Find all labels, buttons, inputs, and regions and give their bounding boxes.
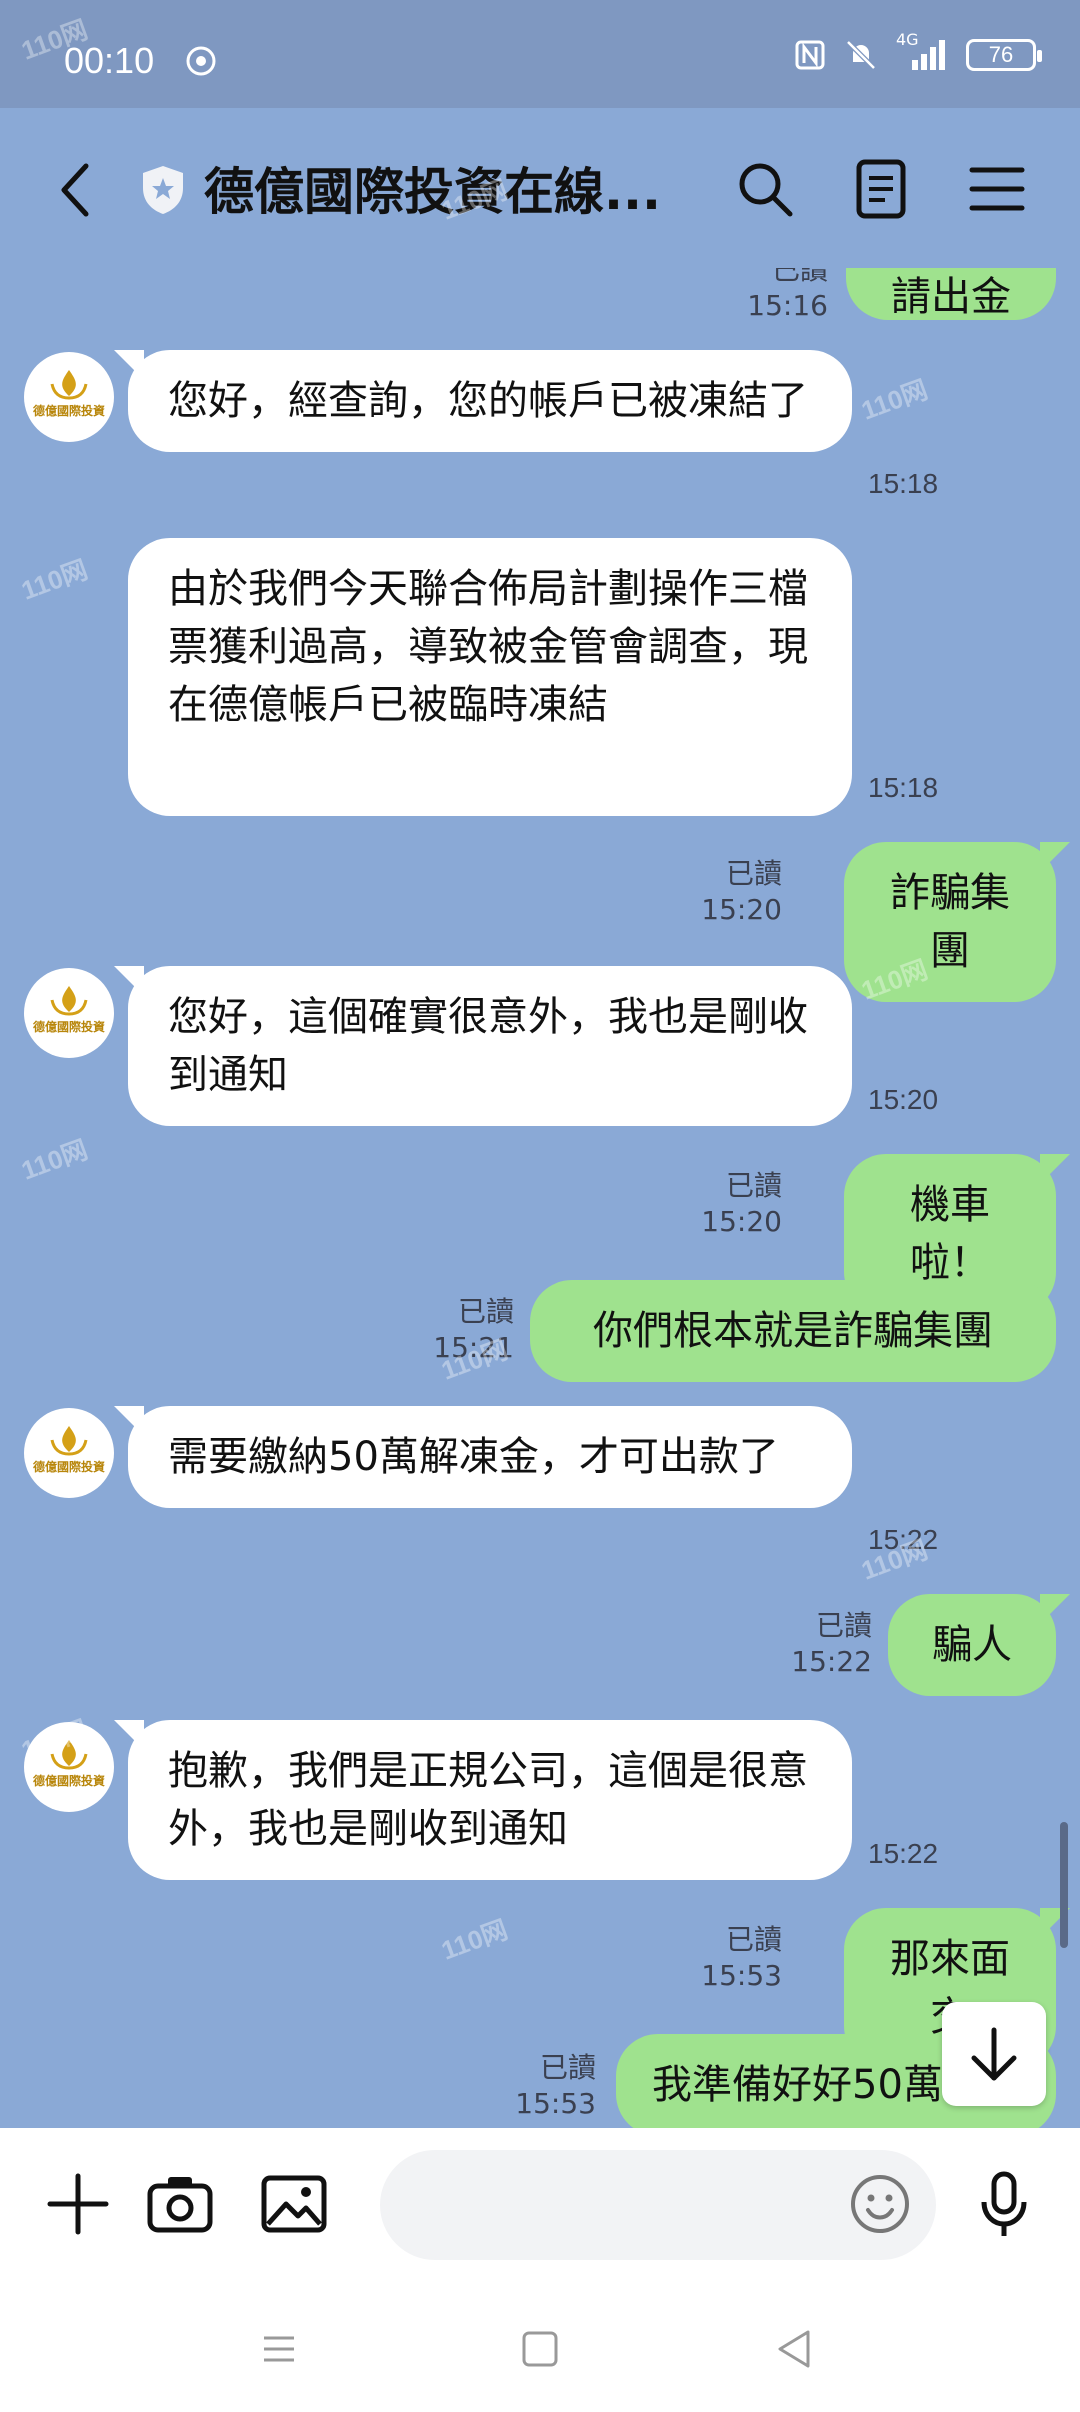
status-bar: 00:10 4G 76 <box>0 0 1080 108</box>
message-bubble-outgoing[interactable]: 騙人 <box>888 1594 1056 1696</box>
home-icon[interactable] <box>515 2324 565 2374</box>
arrow-down-icon <box>971 2027 1017 2081</box>
message-time: 15:20 <box>868 1084 939 1115</box>
message-meta: 已讀 15:16 <box>747 268 828 322</box>
message-time: 15:18 <box>868 468 939 499</box>
signal-icon: 4G <box>896 30 948 72</box>
message-bubble-outgoing[interactable]: 你們根本就是詐騙集團 <box>530 1280 1056 1382</box>
message-meta: 已讀 15:20 <box>701 1169 782 1238</box>
notes-icon[interactable] <box>850 158 912 220</box>
scroll-to-bottom-button[interactable] <box>942 2002 1046 2106</box>
message-time: 15:18 <box>868 772 939 803</box>
search-icon[interactable] <box>734 158 796 220</box>
avatar[interactable]: 德億國際投資 <box>24 1408 114 1498</box>
avatar[interactable]: 德億國際投資 <box>24 352 114 442</box>
message-bubble-incoming[interactable]: 您好，經查詢，您的帳戶已被凍結了 <box>128 350 852 452</box>
chat-header: 德億國際投資在線... <box>0 108 1080 268</box>
image-icon[interactable] <box>258 2168 330 2240</box>
message-time: 15:22 <box>868 1838 939 1869</box>
menu-icon[interactable] <box>966 158 1028 220</box>
message-bubble-incoming[interactable]: 您好，這個確實很意外，我也是剛收到通知 <box>128 966 852 1126</box>
message-bubble-incoming[interactable]: 需要繳納50萬解凍金，才可出款了 <box>128 1406 852 1508</box>
message-meta: 已讀 15:53 <box>515 2051 596 2120</box>
battery-indicator: 76 <box>966 39 1042 71</box>
message-input-bar <box>0 2128 1080 2280</box>
emoji-icon[interactable] <box>844 2168 916 2240</box>
status-time: 00:10 <box>64 40 155 81</box>
chat-title: 德億國際投資在線... <box>204 163 661 221</box>
message-meta: 已讀 15:21 <box>433 1295 514 1364</box>
message-time: 15:22 <box>868 1524 939 1555</box>
message-meta: 已讀 15:53 <box>701 1923 782 1992</box>
avatar[interactable]: 德億國際投資 <box>24 968 114 1058</box>
recents-icon[interactable] <box>254 2324 304 2374</box>
camera-icon[interactable] <box>144 2168 216 2240</box>
bell-muted-icon <box>846 40 876 70</box>
message-list[interactable]: 已讀 15:16 請出金 德億國際投資 您好，經查詢，您的帳戶已被凍結了 15:… <box>0 268 1080 2128</box>
message-bubble-incoming[interactable]: 由於我們今天聯合佈局計劃操作三檔票獲利過高，導致被金管會調查，現在德億帳戶已被臨… <box>128 538 852 816</box>
microphone-icon[interactable] <box>968 2168 1040 2240</box>
chrome-icon <box>186 46 216 76</box>
message-bubble-incoming[interactable]: 抱歉，我們是正規公司，這個是很意外，我也是剛收到通知 <box>128 1720 852 1880</box>
system-nav-bar <box>0 2280 1080 2412</box>
scrollbar[interactable] <box>1060 1822 1068 1948</box>
plus-icon[interactable] <box>42 2168 114 2240</box>
shield-icon <box>143 166 183 214</box>
nfc-icon <box>795 40 825 70</box>
message-meta: 已讀 15:22 <box>791 1609 872 1678</box>
avatar[interactable]: 德億國際投資 <box>24 1722 114 1812</box>
message-bubble-outgoing[interactable]: 詐騙集團 <box>844 842 1056 1002</box>
message-meta: 已讀 15:20 <box>701 857 782 926</box>
back-icon[interactable] <box>770 2324 820 2374</box>
message-bubble-outgoing[interactable]: 請出金 <box>846 268 1056 320</box>
back-arrow-icon[interactable] <box>56 160 96 220</box>
